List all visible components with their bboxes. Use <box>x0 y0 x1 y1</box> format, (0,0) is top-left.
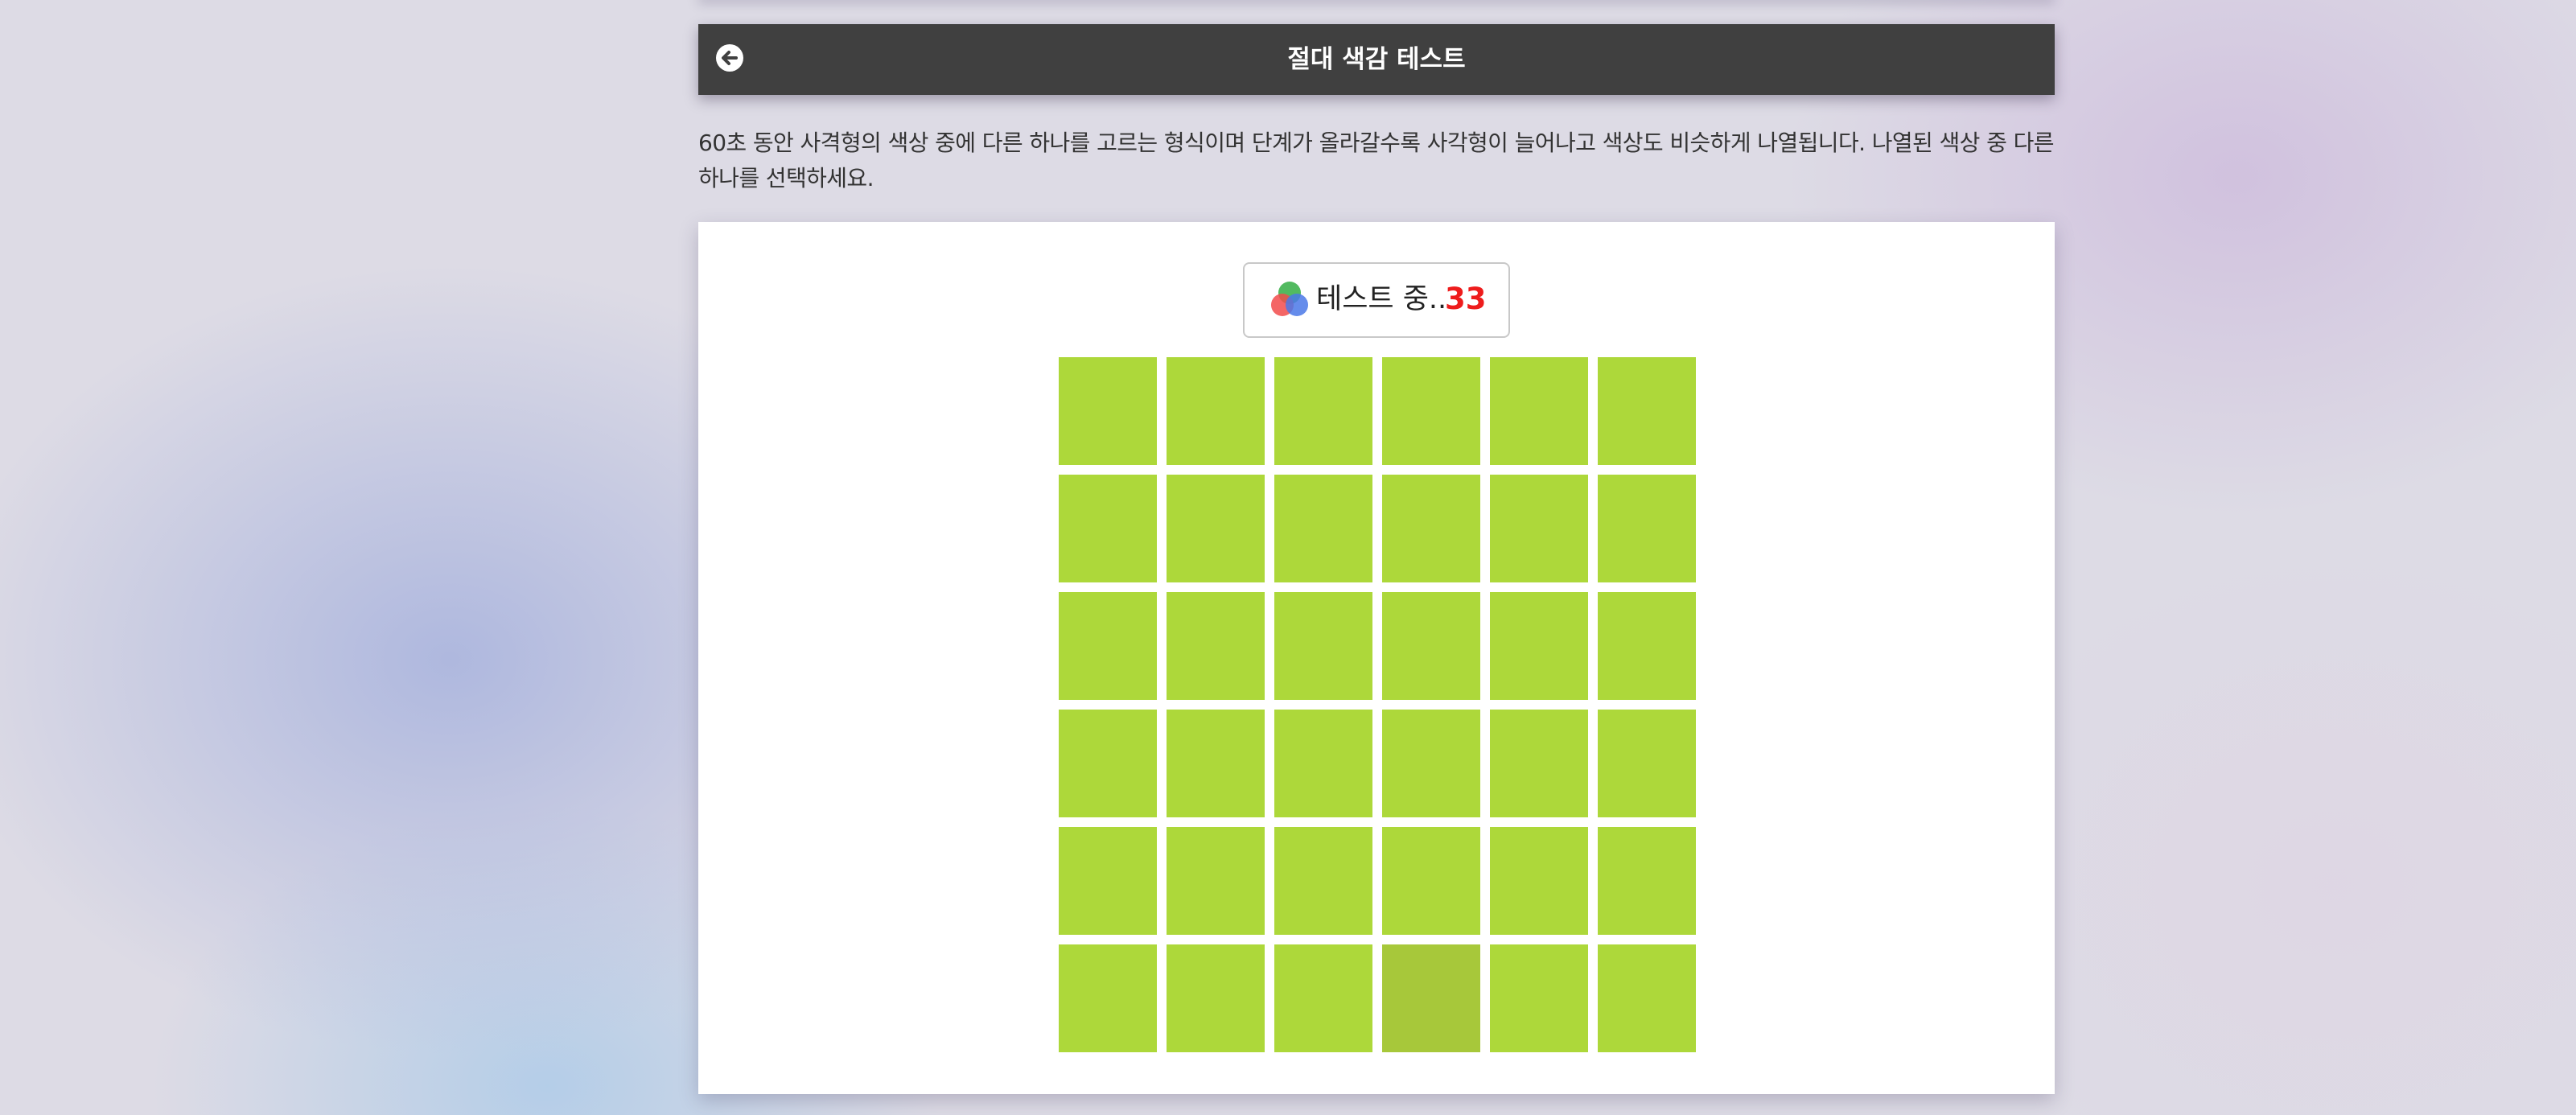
color-tile-r5-c6[interactable] <box>1598 827 1696 935</box>
color-tile-r6-c5[interactable] <box>1490 944 1588 1052</box>
color-tile-r3-c4[interactable] <box>1382 592 1480 700</box>
color-tile-r3-c5[interactable] <box>1490 592 1588 700</box>
color-tile-r1-c2[interactable] <box>1167 357 1265 465</box>
color-tile-r6-c2[interactable] <box>1167 944 1265 1052</box>
color-tile-r1-c6[interactable] <box>1598 357 1696 465</box>
color-tile-r3-c2[interactable] <box>1167 592 1265 700</box>
status-label: 테스트 중.. <box>1316 283 1447 315</box>
color-tile-r2-c2[interactable] <box>1167 475 1265 582</box>
color-tile-r2-c4[interactable] <box>1382 475 1480 582</box>
color-tile-r3-c6[interactable] <box>1598 592 1696 700</box>
color-tile-r5-c3[interactable] <box>1274 827 1372 935</box>
color-tile-r6-c3[interactable] <box>1274 944 1372 1052</box>
color-tile-r6-c4[interactable] <box>1382 944 1480 1052</box>
color-tile-r1-c5[interactable] <box>1490 357 1588 465</box>
color-tile-r1-c4[interactable] <box>1382 357 1480 465</box>
color-tile-r1-c3[interactable] <box>1274 357 1372 465</box>
color-circles-icon <box>1271 282 1308 316</box>
color-tile-grid <box>1059 357 1696 1052</box>
remaining-seconds: 33 <box>1445 282 1487 316</box>
color-tile-r4-c4[interactable] <box>1382 710 1480 817</box>
color-tile-r5-c4[interactable] <box>1382 827 1480 935</box>
color-tile-r3-c3[interactable] <box>1274 592 1372 700</box>
color-tile-r2-c5[interactable] <box>1490 475 1588 582</box>
color-tile-r5-c5[interactable] <box>1490 827 1588 935</box>
color-tile-r2-c1[interactable] <box>1059 475 1157 582</box>
page-title: 절대 색감 테스트 <box>1287 45 1466 74</box>
color-tile-r4-c5[interactable] <box>1490 710 1588 817</box>
color-tile-r6-c6[interactable] <box>1598 944 1696 1052</box>
color-tile-r2-c6[interactable] <box>1598 475 1696 582</box>
test-description: 60초 동안 사격형의 색상 중에 다른 하나를 고르는 형식이며 단계가 올라… <box>698 130 2054 191</box>
color-tile-r5-c1[interactable] <box>1059 827 1157 935</box>
color-tile-r4-c2[interactable] <box>1167 710 1265 817</box>
color-tile-r2-c3[interactable] <box>1274 475 1372 582</box>
color-tile-r6-c1[interactable] <box>1059 944 1157 1052</box>
color-tile-r4-c6[interactable] <box>1598 710 1696 817</box>
color-tile-r4-c3[interactable] <box>1274 710 1372 817</box>
color-tile-r3-c1[interactable] <box>1059 592 1157 700</box>
color-tile-r1-c1[interactable] <box>1059 357 1157 465</box>
color-tile-r4-c1[interactable] <box>1059 710 1157 817</box>
color-tile-r5-c2[interactable] <box>1167 827 1265 935</box>
